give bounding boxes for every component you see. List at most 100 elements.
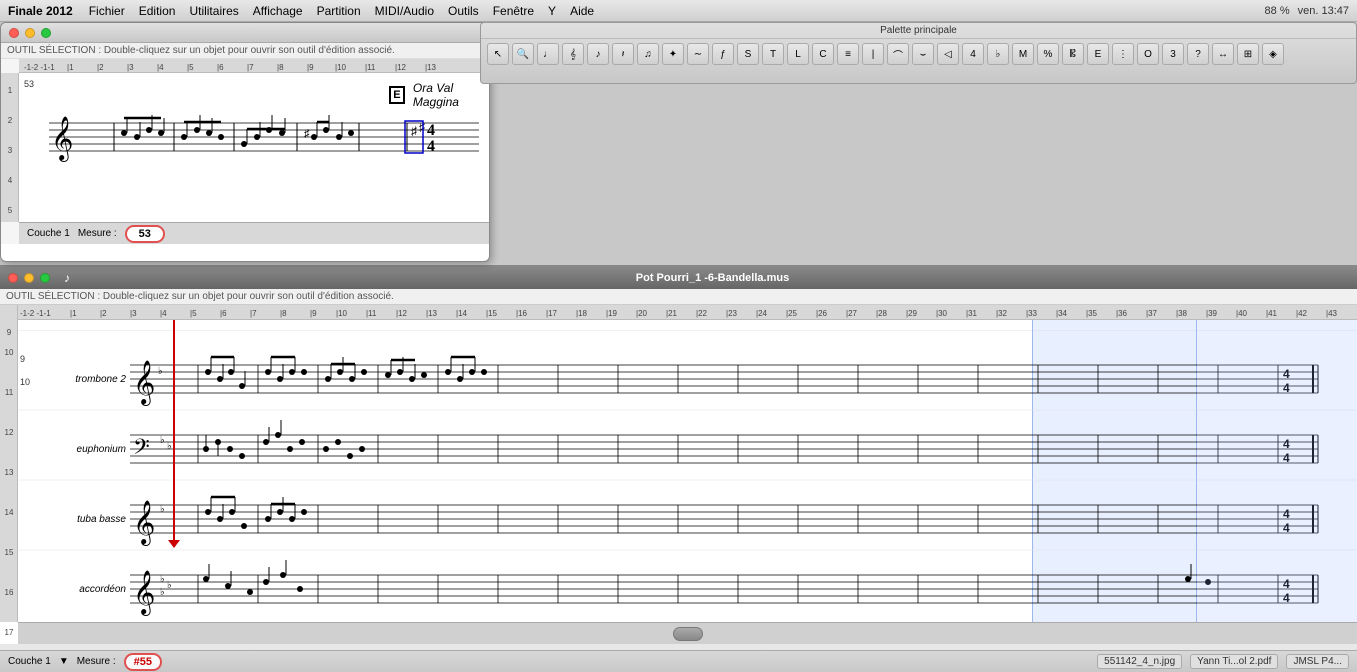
tool-lyric[interactable]: L [787,43,809,65]
tool-grace[interactable]: ✦ [662,43,684,65]
svg-text:|33: |33 [1026,309,1038,318]
svg-text:♭: ♭ [158,366,163,377]
mesure-input-top[interactable]: 53 [125,225,165,243]
svg-text:|7: |7 [247,63,254,72]
svg-text:tuba basse: tuba basse [77,514,126,525]
svg-text:𝄞: 𝄞 [51,117,73,162]
menu-outils[interactable]: Outils [448,4,479,18]
tool-text[interactable]: T [762,43,784,65]
tool-multistaff[interactable]: ⋮ [1112,43,1134,65]
svg-text:|22: |22 [696,309,708,318]
tool-key[interactable]: ♭ [987,43,1009,65]
tool-expression[interactable]: E [1087,43,1109,65]
tool-select[interactable]: ↖ [487,43,509,65]
tool-tuplet[interactable]: 3 [1162,43,1184,65]
minimize-button-bottom[interactable] [24,273,34,283]
svg-text:|19: |19 [606,309,618,318]
svg-text:|3: |3 [130,309,137,318]
taskbar-item-2[interactable]: Yann Ti...ol 2.pdf [1190,654,1278,669]
menubar: Finale 2012 Fichier Edition Utilitaires … [0,0,1357,22]
svg-text:11: 11 [5,388,14,397]
close-button[interactable] [9,28,19,38]
app-name: Finale 2012 [8,4,73,18]
menu-aide[interactable]: Aide [570,4,594,18]
tool-layer[interactable]: ◈ [1262,43,1284,65]
taskbar-item-3[interactable]: JMSL P4... [1286,654,1349,669]
menu-edition[interactable]: Edition [139,4,176,18]
zoom-button-bottom[interactable] [40,273,50,283]
tool-hairpin[interactable]: ◁ [937,43,959,65]
minimize-button[interactable] [25,28,35,38]
palette-principale: Palette principale ↖ 🔍 ♩ 𝄞 ♪ 𝄽 ♫ ✦ ∼ ƒ S… [480,22,1357,84]
svg-text:|25: |25 [786,309,798,318]
tool-eighth[interactable]: ♫ [637,43,659,65]
tool-ossia[interactable]: O [1137,43,1159,65]
menu-partition[interactable]: Partition [317,4,361,18]
taskbar-item-1[interactable]: 551142_4_n.jpg [1097,654,1182,669]
doc-top-toolbar: OUTIL SÉLECTION : Double-cliquez sur un … [1,43,489,59]
svg-text:|8: |8 [277,63,284,72]
svg-text:♯: ♯ [419,120,425,134]
svg-text:12: 12 [5,428,14,437]
svg-text:|31: |31 [966,309,978,318]
tool-staff[interactable]: ≡ [837,43,859,65]
bottom-statusbar: Couche 1 ▼ Mesure : #55 551142_4_n.jpg Y… [0,650,1357,672]
tool-misc[interactable]: ? [1187,43,1209,65]
tool-simple[interactable]: ♪ [587,43,609,65]
svg-text:|21: |21 [666,309,678,318]
svg-text:♭: ♭ [160,504,165,515]
svg-text:|11: |11 [366,309,377,318]
tool-note[interactable]: ♩ [537,43,559,65]
menu-fichier[interactable]: Fichier [89,4,125,18]
menu-utilitaires[interactable]: Utilitaires [189,4,238,18]
tool-repeat[interactable]: % [1037,43,1059,65]
svg-text:3: 3 [8,146,13,155]
svg-text:|41: |41 [1266,309,1278,318]
tool-chord[interactable]: C [812,43,834,65]
tool-speedy[interactable]: 𝄞 [562,43,584,65]
close-button-bottom[interactable] [8,273,18,283]
svg-text:|14: |14 [456,309,468,318]
tool-bar[interactable]: | [862,43,884,65]
svg-text:|38: |38 [1176,309,1188,318]
tool-dynamics[interactable]: ƒ [712,43,734,65]
svg-text:𝄞: 𝄞 [133,501,155,546]
svg-text:|16: |16 [516,309,528,318]
tool-tie[interactable]: ⌒ [887,43,909,65]
svg-text:|39: |39 [1206,309,1218,318]
menu-fenetre[interactable]: Fenêtre [493,4,534,18]
tool-smart[interactable]: S [737,43,759,65]
menu-y[interactable]: Y [548,4,556,18]
menu-affichage[interactable]: Affichage [253,4,303,18]
svg-text:|4: |4 [157,63,164,72]
svg-text:|5: |5 [187,63,194,72]
tool-resize[interactable]: ↔ [1212,43,1234,65]
tool-zoom[interactable]: 🔍 [512,43,534,65]
tool-mirror[interactable]: ⊞ [1237,43,1259,65]
svg-text:|3: |3 [127,63,134,72]
svg-text:|11: |11 [365,63,376,72]
tool-clef[interactable]: 𝄡 [1062,43,1084,65]
svg-text:4: 4 [8,176,13,185]
zoom-button[interactable] [41,28,51,38]
tool-time[interactable]: 4 [962,43,984,65]
tool-rest[interactable]: 𝄽 [612,43,634,65]
svg-text:|43: |43 [1326,309,1338,318]
svg-text:♭: ♭ [160,435,165,446]
tool-measure[interactable]: M [1012,43,1034,65]
svg-text:4: 4 [427,138,435,155]
tool-slur[interactable]: ⌣ [912,43,934,65]
clock: ven. 13:47 [1298,5,1349,17]
svg-text:|18: |18 [576,309,588,318]
down-arrow-icon[interactable]: ▼ [59,656,69,667]
mesure-input-bottom[interactable]: #55 [124,653,162,671]
svg-text:|1: |1 [70,309,77,318]
menu-midi-audio[interactable]: MIDI/Audio [375,4,434,18]
svg-text:|2: |2 [100,309,107,318]
svg-text:|29: |29 [906,309,918,318]
svg-text:17: 17 [5,628,14,637]
svg-text:𝄢: 𝄢 [133,435,150,464]
doc-bottom-title: Pot Pourri_1 -6-Bandella.mus [76,272,1349,284]
tool-articulation[interactable]: ∼ [687,43,709,65]
doc-top-titlebar [1,23,489,43]
